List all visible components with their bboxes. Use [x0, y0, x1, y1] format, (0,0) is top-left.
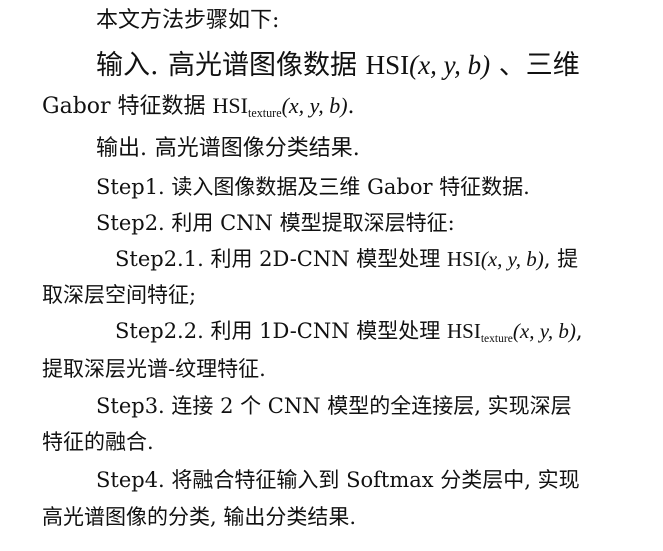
step-2-2-tail: , — [575, 319, 583, 343]
input-separator: 、三维 — [498, 50, 580, 81]
step-2-1-continuation: 取深层空间特征; — [42, 283, 197, 307]
step-2-2-var: HSItexture — [446, 319, 513, 346]
input-var-hsi: HSI — [365, 50, 410, 80]
input-text: 高光谱图像数据 — [168, 50, 358, 81]
step-4-line-2: 高光谱图像的分类, 输出分类结果. — [42, 505, 357, 529]
step-3-line-2: 特征的融合. — [42, 430, 154, 454]
step-2: Step2. 利用 CNN 模型提取深层特征: — [96, 211, 455, 235]
output-label: 输出. — [96, 136, 147, 161]
step-3-line-1: Step3. 连接 2 个 CNN 模型的全连接层, 实现深层 — [96, 394, 572, 418]
step-2-2-continuation: 提取深层光谱-纹理特征. — [42, 357, 266, 381]
step-1: Step1. 读入图像数据及三维 Gabor 特征数据. — [96, 175, 530, 199]
input-args: (x, y, b) — [409, 50, 491, 80]
step-2-2-prefix: Step2.2. 利用 1D-CNN 模型处理 — [115, 319, 441, 343]
input-texture-args: (x, y, b) — [281, 93, 348, 118]
step-2-2: Step2.2. 利用 1D-CNN 模型处理 HSItexture(x, y,… — [115, 319, 583, 346]
input-label: 输入. — [96, 50, 159, 81]
step-2-1-var: HSI — [446, 247, 481, 271]
output-text: 高光谱图像分类结果. — [154, 136, 360, 161]
input-continuation: Gabor 特征数据 HSItexture(x, y, b). — [42, 93, 355, 121]
input-line: 输入. 高光谱图像数据 HSI(x, y, b) 、三维 — [96, 50, 580, 81]
step-4-line-1: Step4. 将融合特征输入到 Softmax 分类层中, 实现 — [96, 468, 580, 492]
document-page: 本文方法步骤如下: 输入. 高光谱图像数据 HSI(x, y, b) 、三维 Ga… — [0, 0, 663, 551]
input-var-texture: HSItexture — [212, 93, 282, 121]
step-2-1: Step2.1. 利用 2D-CNN 模型处理 HSI(x, y, b), 提 — [115, 249, 578, 270]
output-line: 输出. 高光谱图像分类结果. — [96, 138, 360, 160]
input-gabor-text: Gabor 特征数据 — [42, 94, 206, 119]
step-2-1-prefix: Step2.1. 利用 2D-CNN 模型处理 — [115, 247, 441, 271]
input-end: . — [347, 94, 355, 119]
step-2-1-args: (x, y, b) — [480, 247, 544, 271]
step-2-2-args: (x, y, b) — [512, 319, 576, 343]
step-2-1-tail: , 提 — [543, 247, 579, 271]
method-heading: 本文方法步骤如下: — [96, 8, 280, 33]
